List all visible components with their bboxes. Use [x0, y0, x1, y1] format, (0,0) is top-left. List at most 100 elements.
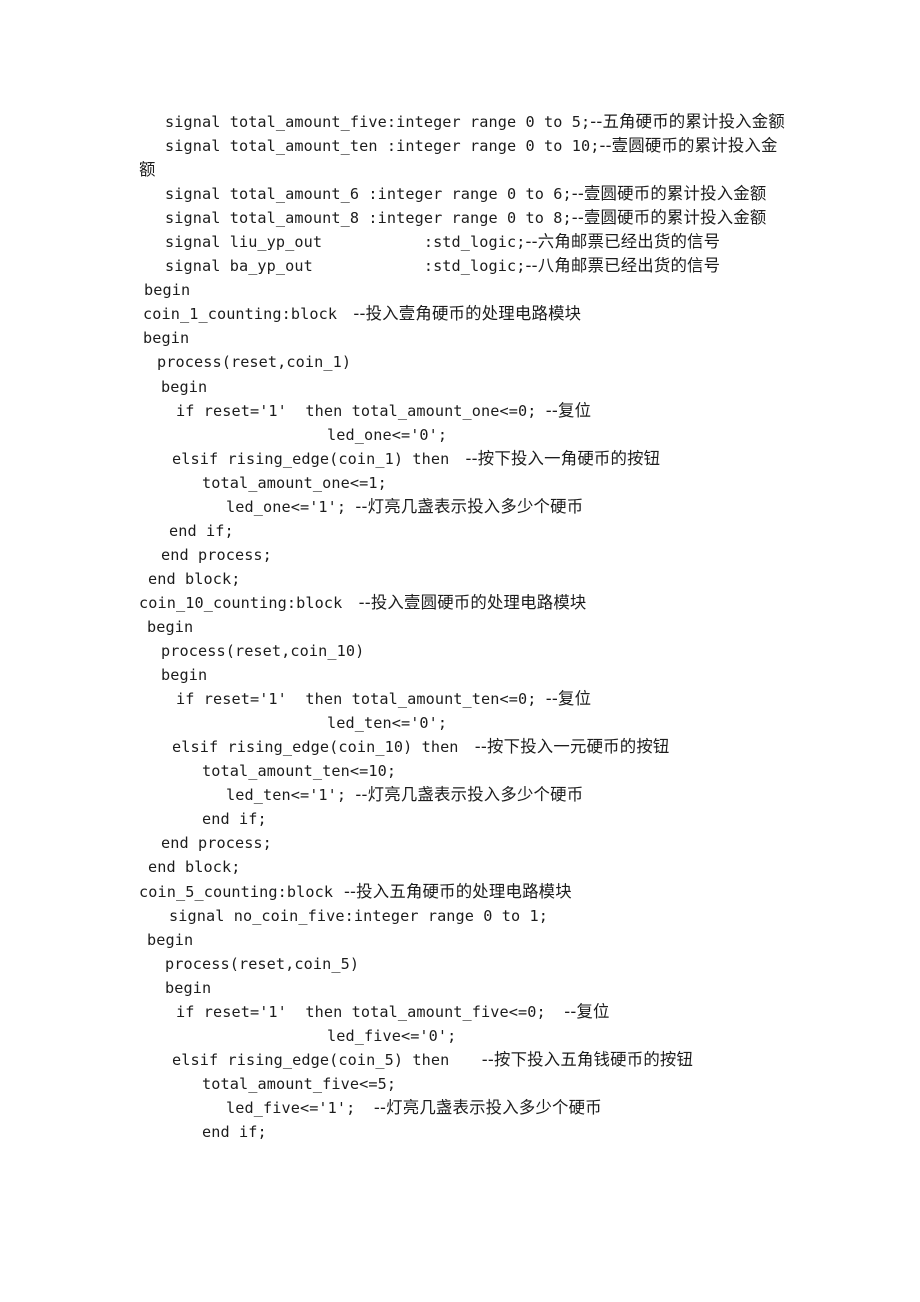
code-line: signal total_amount_ten :integer range 0…	[139, 134, 787, 182]
line-indent-spacer	[139, 246, 165, 247]
code-line: end block;	[139, 567, 787, 591]
code-text: signal ba_yp_out :std_logic;	[165, 257, 526, 276]
code-text: signal total_amount_five:integer range 0…	[165, 113, 591, 131]
code-comment: --灯亮几盏表示投入多少个硬币	[373, 1097, 602, 1117]
code-text: process(reset,coin_10)	[161, 642, 365, 661]
code-line: total_amount_one<=1;	[139, 471, 787, 495]
code-text: process(reset,coin_1)	[157, 353, 352, 372]
line-indent-spacer	[139, 126, 165, 127]
code-text: if reset='1' then total_amount_ten<=0;	[176, 690, 546, 709]
code-text: end if;	[169, 521, 234, 540]
code-text: coin_10_counting:block	[139, 593, 343, 612]
code-comment: --按下投入一元硬币的按钮	[458, 737, 670, 757]
line-indent-spacer	[139, 751, 172, 752]
line-indent-spacer	[139, 1016, 176, 1017]
line-indent-spacer	[139, 703, 176, 704]
code-text: elsif rising_edge(coin_10) then	[172, 738, 459, 757]
code-line: signal total_amount_five:integer range 0…	[139, 110, 787, 134]
code-comment: --按下投入五角钱硬币的按钮	[449, 1049, 694, 1069]
code-line: signal liu_yp_out :std_logic;--六角邮票已经出货的…	[139, 230, 787, 254]
code-text: signal total_amount_8 :integer range 0 t…	[165, 209, 572, 228]
code-text: end if;	[202, 810, 267, 829]
code-text: signal total_amount_6 :integer range 0 t…	[165, 185, 572, 204]
code-line: led_one<='0';	[139, 423, 787, 447]
code-text: signal total_amount_ten :integer range 0…	[165, 137, 600, 156]
line-indent-spacer	[139, 871, 148, 872]
line-indent-spacer	[139, 150, 165, 151]
code-line: begin	[139, 375, 787, 399]
code-text: led_five<='1';	[226, 1098, 374, 1117]
line-indent-spacer	[139, 727, 327, 728]
line-indent-spacer	[139, 511, 226, 512]
line-indent-spacer	[139, 1136, 202, 1137]
vhdl-code-listing: signal total_amount_five:integer range 0…	[139, 110, 787, 1144]
code-comment: --壹圆硬币的累计投入金额	[571, 208, 767, 228]
code-line: coin_5_counting:block --投入五角硬币的处理电路模块	[139, 880, 787, 904]
code-text: total_amount_five<=5;	[202, 1074, 397, 1093]
code-line: total_amount_five<=5;	[139, 1072, 787, 1096]
code-line: led_ten<='0';	[139, 711, 787, 735]
code-line: elsif rising_edge(coin_1) then --按下投入一角硬…	[139, 447, 787, 471]
line-indent-spacer	[139, 222, 165, 223]
code-line: begin	[139, 976, 787, 1000]
code-text: process(reset,coin_5)	[165, 954, 360, 973]
code-text: begin	[147, 617, 194, 636]
code-comment: --五角硬币的累计投入金额	[590, 112, 785, 131]
code-line: led_five<='1'; --灯亮几盏表示投入多少个硬币	[139, 1096, 787, 1120]
code-text: led_one<='0';	[327, 425, 448, 444]
code-line: elsif rising_edge(coin_5) then --按下投入五角钱…	[139, 1048, 787, 1072]
code-text: if reset='1' then total_amount_five<=0;	[176, 1002, 565, 1021]
code-line: elsif rising_edge(coin_10) then --按下投入一元…	[139, 735, 787, 759]
code-text: elsif rising_edge(coin_1) then	[172, 449, 450, 468]
code-line: coin_10_counting:block --投入壹圆硬币的处理电路模块	[139, 591, 787, 615]
code-text: begin	[144, 281, 191, 300]
code-text: led_ten<='0';	[327, 714, 448, 733]
code-text: end block;	[148, 569, 241, 588]
code-text: signal liu_yp_out :std_logic;	[165, 233, 526, 252]
line-indent-spacer	[139, 1112, 226, 1113]
code-text: led_ten<='1';	[226, 786, 356, 805]
code-text: end block;	[148, 858, 241, 877]
line-indent-spacer	[139, 270, 165, 271]
line-indent-spacer	[139, 631, 147, 632]
line-indent-spacer	[139, 847, 161, 848]
code-line: signal total_amount_8 :integer range 0 t…	[139, 206, 787, 230]
line-indent-spacer	[139, 463, 172, 464]
code-line: coin_1_counting:block --投入壹角硬币的处理电路模块	[139, 302, 787, 326]
code-comment: --复位	[545, 689, 592, 709]
code-text: begin	[161, 377, 208, 396]
code-comment: --投入五角硬币的处理电路模块	[333, 881, 572, 901]
code-text: coin_5_counting:block	[139, 882, 334, 901]
code-line: begin	[139, 326, 787, 350]
line-indent-spacer	[139, 823, 202, 824]
line-indent-spacer	[139, 799, 226, 800]
code-line: if reset='1' then total_amount_ten<=0; -…	[139, 687, 787, 711]
code-text: end if;	[202, 1122, 267, 1141]
code-line: process(reset,coin_10)	[139, 639, 787, 663]
code-line: total_amount_ten<=10;	[139, 759, 787, 783]
line-indent-spacer	[139, 920, 169, 921]
code-line: signal ba_yp_out :std_logic;--八角邮票已经出货的信…	[139, 254, 787, 278]
line-indent-spacer	[139, 944, 147, 945]
code-line: process(reset,coin_1)	[139, 350, 787, 374]
code-line: begin	[139, 928, 787, 952]
code-comment: --按下投入一角硬币的按钮	[449, 448, 661, 468]
code-line: end process;	[139, 831, 787, 855]
code-text: coin_1_counting:block	[143, 305, 338, 324]
code-text: begin	[143, 329, 190, 348]
code-comment: --灯亮几盏表示投入多少个硬币	[355, 496, 584, 516]
line-indent-spacer	[139, 655, 161, 656]
code-text: led_one<='1';	[226, 497, 356, 516]
line-indent-spacer	[139, 559, 161, 560]
code-comment: --复位	[564, 1001, 610, 1021]
document-page: signal total_amount_five:integer range 0…	[0, 0, 920, 1302]
line-indent-spacer	[139, 1088, 202, 1089]
line-indent-spacer	[139, 583, 148, 584]
code-line: led_one<='1'; --灯亮几盏表示投入多少个硬币	[139, 495, 787, 519]
code-comment: --投入壹角硬币的处理电路模块	[337, 304, 582, 324]
line-indent-spacer	[139, 775, 202, 776]
code-line: end if;	[139, 519, 787, 543]
line-indent-spacer	[139, 391, 161, 392]
code-text: end process;	[161, 545, 272, 564]
code-line: end if;	[139, 807, 787, 831]
